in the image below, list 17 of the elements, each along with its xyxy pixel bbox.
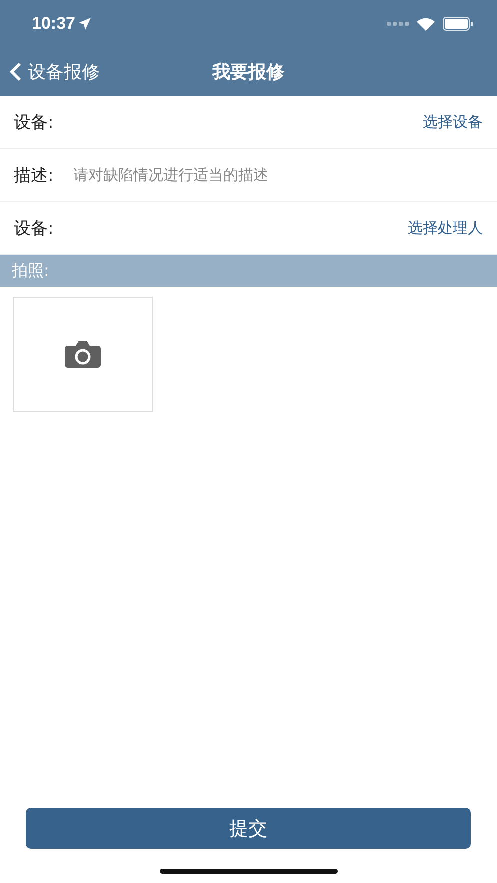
- battery-icon: [443, 17, 473, 31]
- section-title: 拍照:: [12, 260, 50, 282]
- page-title: 我要报修: [212, 61, 284, 84]
- field-label: 描述:: [14, 164, 54, 186]
- field-label: 设备:: [14, 112, 54, 134]
- back-icon: [10, 62, 22, 82]
- wifi-icon: [417, 18, 435, 30]
- camera-icon: [65, 341, 101, 368]
- back-button[interactable]: 设备报修: [10, 60, 100, 84]
- select-link[interactable]: 选择处理人: [408, 218, 483, 238]
- field-label: 设备:: [14, 218, 54, 240]
- add-photo-button[interactable]: [13, 297, 153, 412]
- location-icon: [79, 18, 92, 30]
- select-link[interactable]: 选择设备: [423, 112, 483, 132]
- status-time: 10:37: [32, 14, 76, 34]
- submit-button[interactable]: 提交: [26, 808, 471, 849]
- signal-icon: [387, 22, 409, 26]
